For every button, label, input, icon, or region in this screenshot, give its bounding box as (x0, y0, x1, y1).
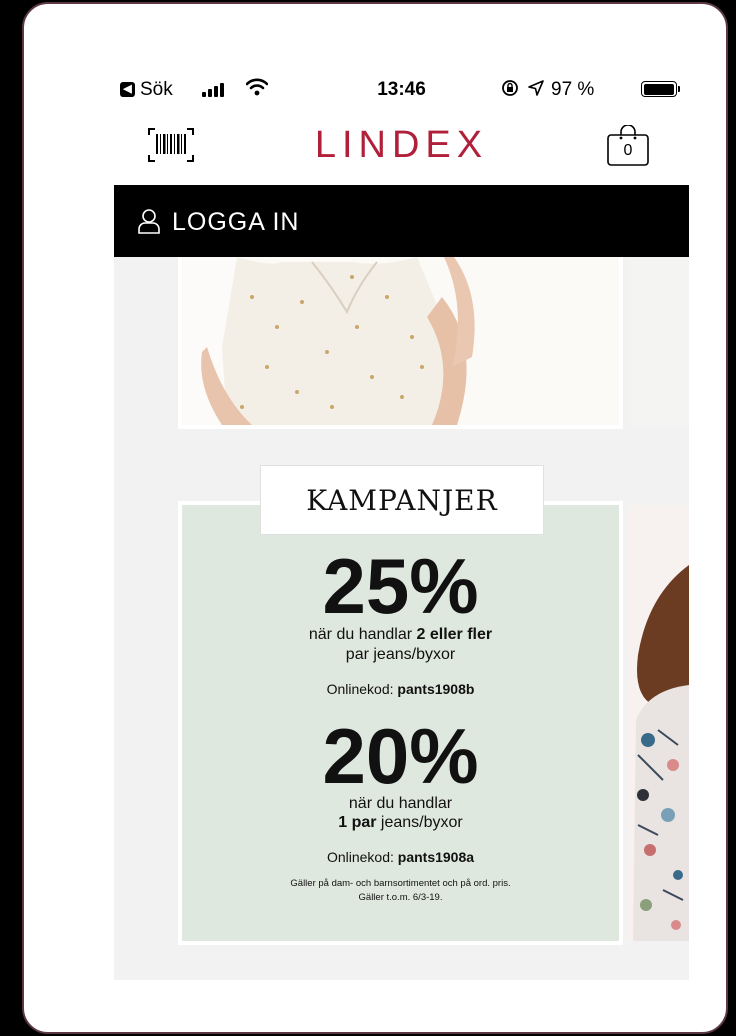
shopping-bag-button[interactable]: 0 (606, 124, 650, 167)
product-photo-floral[interactable] (628, 505, 689, 941)
offer2-line2: 1 par jeans/byxor (182, 814, 619, 832)
device-frame: ◀ Sök 13:46 97 % LINDEX 0 LOGGA IN 25% n… (22, 2, 728, 1034)
fine-print-2: Gäller t.o.m. 6/3-19. (358, 892, 443, 903)
offer2-line2-text: jeans/byxor (376, 814, 463, 831)
offer1-code-value: pants1908b (397, 681, 475, 697)
campaign-promo-card[interactable]: 25% när du handlar 2 eller fler par jean… (182, 505, 619, 941)
offer2-code-label: Onlinekod: (326, 849, 398, 865)
offer1-percent: 25% (322, 542, 479, 630)
offer2-code-value: pants1908a (397, 849, 475, 865)
blouse-illustration (182, 257, 619, 425)
offer1-code-label: Onlinekod: (326, 681, 398, 697)
login-bar[interactable]: LOGGA IN (114, 185, 689, 257)
battery-icon (641, 81, 677, 97)
offer1-line1: när du handlar 2 eller fler (182, 626, 619, 644)
offer1-line2: par jeans/byxor (345, 646, 456, 663)
status-bar: ◀ Sök 13:46 97 % (114, 64, 689, 114)
battery-tip (678, 86, 680, 92)
app-header: LINDEX 0 (114, 114, 689, 185)
rotation-lock-icon (502, 80, 518, 96)
battery-percent: 97 % (551, 79, 595, 100)
login-label[interactable]: LOGGA IN (172, 208, 299, 237)
offer2-percent: 20% (322, 712, 479, 800)
product-photo-blouse[interactable] (182, 257, 619, 425)
campaign-heading: KAMPANJER (260, 465, 544, 535)
battery-fill (643, 83, 674, 95)
offer2-code: Onlinekod: pants1908a (182, 849, 619, 865)
offer1-line1-text: när du handlar (308, 626, 417, 643)
offer1-line1-bold: 2 eller fler (416, 626, 493, 643)
lindex-logo[interactable]: LINDEX (114, 124, 689, 167)
offer2-line2-bold: 1 par (338, 814, 377, 831)
floral-blouse-illustration (628, 505, 689, 941)
bag-count: 0 (623, 142, 633, 159)
clock: 13:46 (377, 79, 426, 100)
user-icon (138, 209, 160, 234)
offer2-line1: när du handlar (348, 795, 453, 812)
product-photo-next[interactable] (628, 257, 689, 425)
location-arrow-icon (528, 80, 544, 96)
offer1-code: Onlinekod: pants1908b (182, 681, 619, 697)
app-screen: ◀ Sök 13:46 97 % LINDEX 0 LOGGA IN 25% n… (114, 64, 689, 980)
fine-print-1: Gäller på dam- och barnsortimentet och p… (290, 878, 511, 889)
